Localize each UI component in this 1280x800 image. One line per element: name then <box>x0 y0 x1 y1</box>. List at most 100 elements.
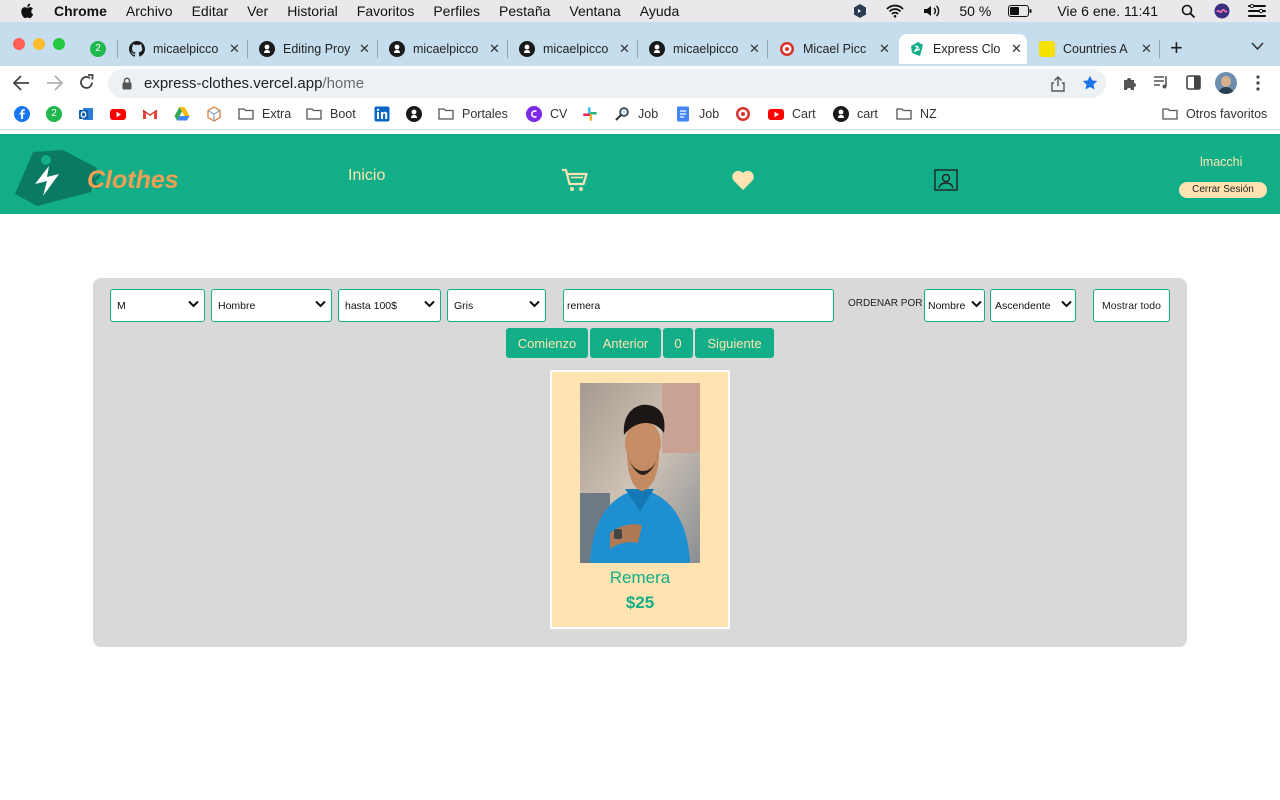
bookmark-folder-extra[interactable]: Extra <box>238 106 291 122</box>
browser-tab[interactable]: Micael Picc ✕ <box>779 34 891 64</box>
reload-icon[interactable] <box>78 74 95 91</box>
bookmark-cart-youtube[interactable]: Cart <box>768 106 816 122</box>
order-by-select[interactable]: Nombre <box>924 289 985 322</box>
bookmark-folder-portales[interactable]: Portales <box>438 106 508 122</box>
menu-ver[interactable]: Ver <box>247 3 268 19</box>
control-center-icon[interactable] <box>1248 4 1266 18</box>
browser-tab[interactable]: Countries A ✕ <box>1039 34 1153 64</box>
pagination-next-button[interactable]: Siguiente <box>695 328 774 358</box>
bookmark-star-icon[interactable] <box>1082 75 1098 91</box>
close-tab-icon[interactable]: ✕ <box>879 41 890 57</box>
menu-pestana[interactable]: Pestaña <box>499 3 550 19</box>
bookmark-outlook[interactable] <box>78 106 102 122</box>
price-select[interactable]: hasta 100$ <box>338 289 441 322</box>
bookmark-box[interactable] <box>206 106 230 122</box>
minimize-window-button[interactable] <box>33 38 45 50</box>
volume-icon[interactable] <box>922 4 942 18</box>
close-tab-icon[interactable]: ✕ <box>359 41 370 57</box>
bookmark-drive[interactable] <box>174 106 198 122</box>
menu-ayuda[interactable]: Ayuda <box>640 3 679 19</box>
menu-chrome[interactable]: Chrome <box>54 3 107 19</box>
chrome-menu-kebab-icon[interactable] <box>1255 75 1261 91</box>
product-photo[interactable] <box>580 383 700 563</box>
search-input[interactable] <box>563 289 834 322</box>
color-select[interactable]: Gris <box>447 289 546 322</box>
new-tab-button[interactable]: + <box>1170 36 1190 60</box>
tab-search-chevron-icon[interactable] <box>1251 42 1264 51</box>
clock[interactable]: Vie 6 ene. 11:41 <box>1057 3 1158 19</box>
bookmark-gmail[interactable] <box>142 106 166 122</box>
cart-icon[interactable] <box>561 168 588 192</box>
maximize-window-button[interactable] <box>53 38 65 50</box>
media-queue-icon[interactable] <box>1153 75 1170 90</box>
forward-arrow-icon[interactable] <box>46 75 63 91</box>
spotlight-search-icon[interactable] <box>1181 4 1196 19</box>
browser-tab[interactable]: 2 <box>90 34 114 64</box>
tab-title: Countries A <box>1063 42 1128 56</box>
show-all-button[interactable]: Mostrar todo <box>1093 289 1170 322</box>
lock-icon[interactable] <box>122 77 132 90</box>
browser-tab[interactable]: Editing Proy ✕ <box>259 34 371 64</box>
pagination-previous-button[interactable]: Anterior <box>590 328 661 358</box>
site-logo[interactable]: Ex Clothes <box>13 146 183 206</box>
bookmark-whatsapp[interactable]: 2 <box>46 106 70 122</box>
bookmark-job-docs[interactable]: Job <box>675 106 719 122</box>
chevron-down-icon <box>188 300 199 308</box>
gender-select[interactable]: Hombre <box>211 289 332 322</box>
close-tab-icon[interactable]: ✕ <box>619 41 630 57</box>
close-window-button[interactable] <box>13 38 25 50</box>
nav-home-link[interactable]: Inicio <box>348 167 385 185</box>
github-icon <box>129 41 145 57</box>
wifi-icon[interactable] <box>886 4 905 18</box>
bookmark-youtube[interactable] <box>110 106 134 122</box>
bookmark-other-favorites[interactable]: Otros favoritos <box>1162 106 1267 122</box>
battery-icon[interactable] <box>1008 5 1032 17</box>
bookmark-job-search[interactable]: Job <box>614 106 658 122</box>
bookmark-folder-boot[interactable]: Boot <box>306 106 356 122</box>
pagination-first-button[interactable]: Comienzo <box>506 328 588 358</box>
bookmark-target[interactable] <box>735 106 759 122</box>
address-bar[interactable]: express-clothes.vercel.app/home <box>108 69 1106 98</box>
browser-tab[interactable]: micaelpicco ✕ <box>649 34 761 64</box>
favorites-heart-icon[interactable] <box>731 170 755 191</box>
bookmark-linkedin[interactable] <box>374 106 398 122</box>
menu-perfiles[interactable]: Perfiles <box>433 3 480 19</box>
size-select[interactable]: M <box>110 289 205 322</box>
menu-ventana[interactable]: Ventana <box>569 3 620 19</box>
bookmark-folder-nz[interactable]: NZ <box>896 106 937 122</box>
browser-tab[interactable]: micaelpicco ✕ <box>519 34 631 64</box>
countries-icon <box>1039 41 1055 57</box>
close-tab-icon[interactable]: ✕ <box>229 41 240 57</box>
close-tab-icon[interactable]: ✕ <box>749 41 760 57</box>
menu-archivo[interactable]: Archivo <box>126 3 173 19</box>
bookmark-cart-github[interactable]: cart <box>833 106 878 122</box>
app-hexagon-icon[interactable] <box>852 3 868 19</box>
close-tab-icon[interactable]: ✕ <box>1011 41 1022 57</box>
side-panel-icon[interactable] <box>1186 75 1201 90</box>
close-tab-icon[interactable]: ✕ <box>1141 41 1152 57</box>
siri-icon[interactable] <box>1214 3 1230 19</box>
back-arrow-icon[interactable] <box>13 75 30 91</box>
menu-favoritos[interactable]: Favoritos <box>357 3 415 19</box>
share-icon[interactable] <box>1051 76 1065 92</box>
bookmark-facebook[interactable] <box>14 106 38 122</box>
menu-historial[interactable]: Historial <box>287 3 338 19</box>
logout-button[interactable]: Cerrar Sesión <box>1179 182 1267 198</box>
extensions-puzzle-icon[interactable] <box>1122 75 1138 91</box>
user-profile-icon[interactable] <box>934 169 958 191</box>
apple-icon[interactable] <box>20 3 34 19</box>
close-tab-icon[interactable]: ✕ <box>489 41 500 57</box>
order-direction-select[interactable]: Ascendente <box>990 289 1076 322</box>
whatsapp-badge-icon: 2 <box>46 106 62 122</box>
product-card[interactable]: Remera $25 <box>550 370 730 629</box>
menu-editar[interactable]: Editar <box>192 3 229 19</box>
browser-tab[interactable]: micaelpicco ✕ <box>129 34 241 64</box>
profile-avatar[interactable] <box>1215 72 1237 94</box>
browser-tab-active[interactable]: Express Clo ✕ <box>899 34 1027 64</box>
bookmark-cv[interactable]: CV <box>526 106 567 122</box>
pagination-current-page[interactable]: 0 <box>663 328 693 358</box>
browser-tab[interactable]: micaelpicco ✕ <box>389 34 501 64</box>
bookmark-slack[interactable] <box>582 106 606 122</box>
bookmark-github[interactable] <box>406 106 430 122</box>
color-select-value: Gris <box>454 299 474 312</box>
